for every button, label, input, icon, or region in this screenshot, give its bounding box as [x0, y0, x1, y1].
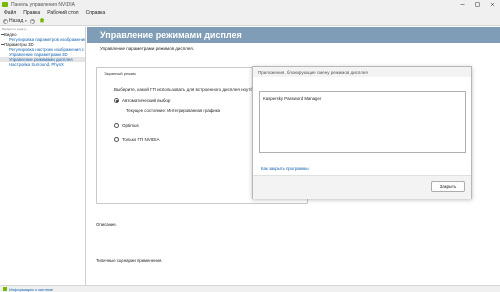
back-button-label: Назад	[9, 18, 24, 24]
dialog-footer: Закрыть	[253, 175, 471, 199]
status-bar: Информация о системе	[0, 285, 500, 292]
menu-desktop[interactable]: Рабочий стол	[47, 10, 78, 16]
radio-label: Только ГП NVIDIA	[122, 137, 160, 142]
sidebar-item-surround-physx[interactable]: Настройка Surround, PhysX	[0, 62, 85, 67]
nvidia-logo-icon	[2, 2, 8, 7]
window-titlebar: Панель управления NVIDIA	[0, 0, 500, 9]
system-info-link[interactable]: Информация о системе	[9, 287, 53, 292]
back-arrow-icon: ◀	[3, 18, 8, 24]
radio-nvidia-only[interactable]: Только ГП NVIDIA	[114, 137, 159, 142]
group-label: Экранный режим	[104, 71, 136, 76]
minimize-icon[interactable]	[455, 0, 470, 9]
usage-label: Типичные сценарии применения.	[96, 258, 163, 263]
close-button[interactable]: Закрыть	[431, 181, 465, 192]
back-button[interactable]: ◀ Назад ▼	[3, 18, 27, 24]
system-info-icon	[3, 287, 7, 291]
radio-button[interactable]	[114, 137, 119, 142]
menu-file[interactable]: Файл	[4, 10, 16, 16]
how-to-close-link[interactable]: Как закрыть программы	[261, 166, 309, 171]
dialog-title: Приложения, блокирующие смену режимов ди…	[258, 69, 368, 75]
task-sidebar: Выберите задачу... ▬ Видео Регулировка п…	[0, 27, 86, 285]
page-banner: Управление режимами дисплея	[87, 27, 500, 43]
window-title: Панель управления NVIDIA	[11, 1, 75, 8]
description-label: Описание.	[96, 222, 117, 227]
gpu-question: Выберите, какой ГП использовать для встр…	[114, 87, 261, 92]
back-dropdown-icon[interactable]: ▼	[24, 19, 27, 23]
window-controls	[455, 0, 500, 9]
blocking-apps-dialog: Приложения, блокирующие смену режимов ди…	[252, 66, 472, 199]
home-button[interactable]	[39, 17, 45, 25]
close-icon[interactable]	[485, 0, 500, 9]
radio-label: Автоматический выбор	[122, 98, 171, 103]
current-state: Текущее состояние: Интегрированная графи…	[126, 108, 221, 113]
page-title: Управление режимами дисплея	[100, 30, 242, 40]
dialog-titlebar: Приложения, блокирующие смену режимов ди…	[253, 67, 471, 77]
menu-edit[interactable]: Правка	[23, 10, 40, 16]
radio-button-checked[interactable]	[114, 98, 119, 103]
forward-arrow-icon: ▶	[30, 18, 36, 24]
radio-optimus[interactable]: Optimus	[114, 123, 139, 128]
home-icon	[39, 17, 45, 25]
radio-button[interactable]	[114, 123, 119, 128]
page-subtitle: Управление параметрами режимов дисплея.	[100, 46, 194, 51]
menu-bar: Файл Правка Рабочий стол Справка	[0, 9, 500, 17]
toolbar: ◀ Назад ▼ ▶	[0, 17, 500, 26]
menu-help[interactable]: Справка	[86, 10, 106, 16]
radio-label: Optimus	[122, 123, 139, 128]
list-item[interactable]: Kaspersky Password Manager	[263, 96, 462, 101]
forward-button[interactable]: ▶	[30, 18, 36, 24]
blocking-apps-list[interactable]: Kaspersky Password Manager	[259, 91, 466, 153]
maximize-icon[interactable]	[470, 0, 485, 9]
radio-auto[interactable]: Автоматический выбор	[114, 98, 170, 103]
